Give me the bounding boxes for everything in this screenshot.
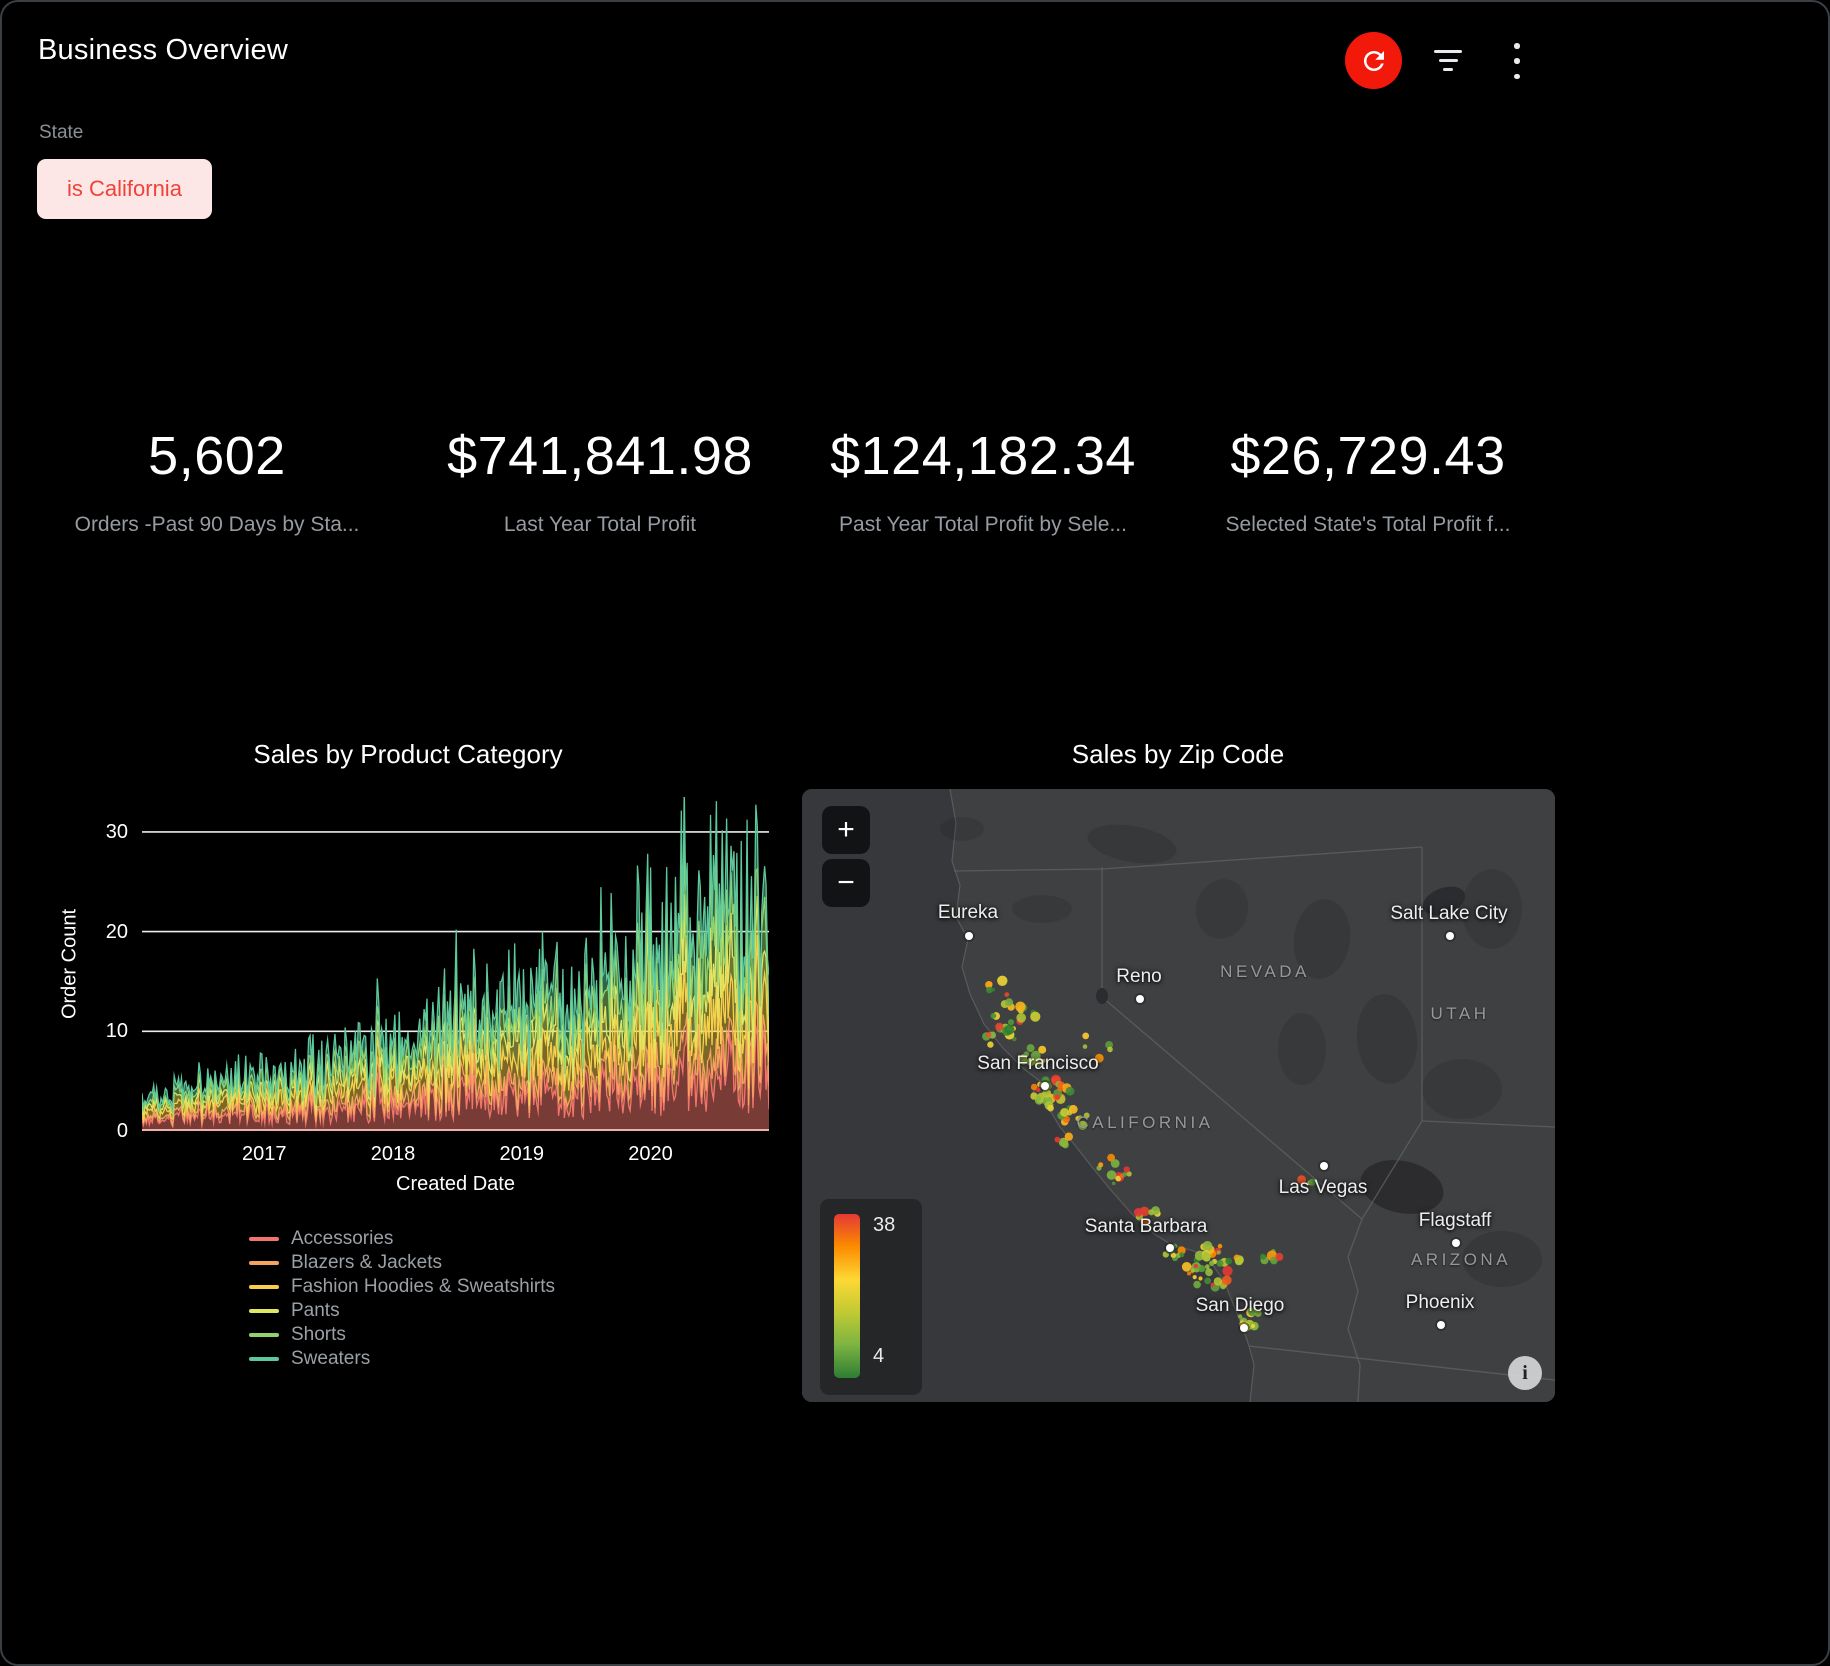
city-marker-dot xyxy=(1446,932,1454,940)
legend-min-value: 4 xyxy=(873,1345,895,1368)
city-label: Reno xyxy=(1116,966,1161,988)
y-tick-label: 0 xyxy=(82,1119,128,1143)
scorecard-value: $124,182.34 xyxy=(791,424,1175,488)
scorecard-value: 5,602 xyxy=(25,424,409,488)
city-label: Eureka xyxy=(938,902,998,924)
info-icon[interactable]: i xyxy=(1508,1356,1542,1390)
city-label: Las Vegas xyxy=(1279,1177,1368,1199)
scorecard-value: $741,841.98 xyxy=(408,424,792,488)
scorecard: $741,841.98 Last Year Total Profit xyxy=(408,424,792,537)
city-label: San Francisco xyxy=(977,1053,1098,1075)
scorecard-label: Last Year Total Profit xyxy=(408,513,792,537)
state-label: ARIZONA xyxy=(1411,1250,1511,1270)
scorecard: $124,182.34 Past Year Total Profit by Sel… xyxy=(791,424,1175,537)
kebab-menu-icon[interactable] xyxy=(1512,43,1522,79)
map-color-legend: 38 4 xyxy=(820,1199,922,1395)
legend-swatch xyxy=(249,1333,279,1337)
map-zoom-control: + − xyxy=(822,806,870,907)
zoom-out-button[interactable]: − xyxy=(822,859,870,907)
color-scale-gradient xyxy=(834,1214,860,1378)
legend-item: Blazers & Jackets xyxy=(249,1251,555,1275)
city-marker-dot xyxy=(1240,1324,1248,1332)
city-label: Phoenix xyxy=(1406,1292,1475,1314)
refresh-button[interactable] xyxy=(1345,32,1402,89)
city-label: San Diego xyxy=(1196,1295,1285,1317)
city-marker-dot xyxy=(1452,1239,1460,1247)
y-tick-label: 30 xyxy=(82,820,128,844)
legend-swatch xyxy=(249,1357,279,1361)
stacked-area-canvas[interactable] xyxy=(142,797,769,1131)
legend-swatch xyxy=(249,1261,279,1265)
legend-label: Accessories xyxy=(291,1228,393,1250)
legend-item: Fashion Hoodies & Sweatshirts xyxy=(249,1275,555,1299)
scorecard: 5,602 Orders -Past 90 Days by Sta... xyxy=(25,424,409,537)
legend-label: Shorts xyxy=(291,1324,346,1346)
scorecard: $26,729.43 Selected State's Total Profit … xyxy=(1176,424,1560,537)
scorecard-label: Past Year Total Profit by Sele... xyxy=(791,513,1175,537)
city-label: Santa Barbara xyxy=(1085,1216,1208,1238)
state-filter-chip[interactable]: is California xyxy=(37,159,212,219)
legend-label: Blazers & Jackets xyxy=(291,1252,442,1274)
city-marker-dot xyxy=(1041,1082,1049,1090)
x-tick-label: 2018 xyxy=(371,1143,416,1166)
chart-title: Sales by Product Category xyxy=(98,739,718,770)
city-marker-dot xyxy=(1136,995,1144,1003)
legend-label: Fashion Hoodies & Sweatshirts xyxy=(291,1276,555,1298)
y-tick-label: 20 xyxy=(82,920,128,944)
chart-legend: AccessoriesBlazers & JacketsFashion Hood… xyxy=(249,1227,555,1371)
x-tick-label: 2017 xyxy=(242,1143,287,1166)
state-label: UTAH xyxy=(1430,1004,1489,1024)
state-label: NEVADA xyxy=(1220,962,1310,982)
city-label: Flagstaff xyxy=(1419,1210,1492,1232)
zoom-in-button[interactable]: + xyxy=(822,806,870,854)
page-title: Business Overview xyxy=(38,34,288,67)
refresh-icon xyxy=(1359,46,1389,76)
city-marker-dot xyxy=(1437,1321,1445,1329)
y-axis-title: Order Count xyxy=(59,909,82,1019)
legend-item: Pants xyxy=(249,1299,555,1323)
legend-item: Shorts xyxy=(249,1323,555,1347)
sales-by-zip-map[interactable]: Eureka Salt Lake City Reno San Francisco Las… xyxy=(802,789,1555,1402)
city-marker-dot xyxy=(965,932,973,940)
scorecard-label: Selected State's Total Profit f... xyxy=(1176,513,1560,537)
x-axis-title: Created Date xyxy=(142,1173,769,1196)
legend-swatch xyxy=(249,1309,279,1313)
map-title: Sales by Zip Code xyxy=(868,739,1488,770)
sales-by-category-chart[interactable] xyxy=(142,797,769,1131)
y-tick-label: 10 xyxy=(82,1019,128,1043)
x-tick-label: 2019 xyxy=(500,1143,545,1166)
filter-list-icon[interactable] xyxy=(1433,46,1463,74)
legend-swatch xyxy=(249,1285,279,1289)
city-label: Salt Lake City xyxy=(1390,903,1507,925)
dashboard-page: Business Overview State is California 5,… xyxy=(0,0,1830,1666)
legend-label: Pants xyxy=(291,1300,340,1322)
filter-field-label: State xyxy=(39,122,83,144)
legend-swatch xyxy=(249,1237,279,1241)
legend-label: Sweaters xyxy=(291,1348,370,1370)
city-marker-dot xyxy=(1166,1244,1174,1252)
legend-max-value: 38 xyxy=(873,1214,895,1237)
city-marker-dot xyxy=(1320,1162,1328,1170)
scorecard-value: $26,729.43 xyxy=(1176,424,1560,488)
legend-item: Accessories xyxy=(249,1227,555,1251)
legend-item: Sweaters xyxy=(249,1347,555,1371)
state-label: CALIFORNIA xyxy=(1076,1113,1213,1133)
x-tick-label: 2020 xyxy=(628,1143,673,1166)
scorecard-label: Orders -Past 90 Days by Sta... xyxy=(25,513,409,537)
